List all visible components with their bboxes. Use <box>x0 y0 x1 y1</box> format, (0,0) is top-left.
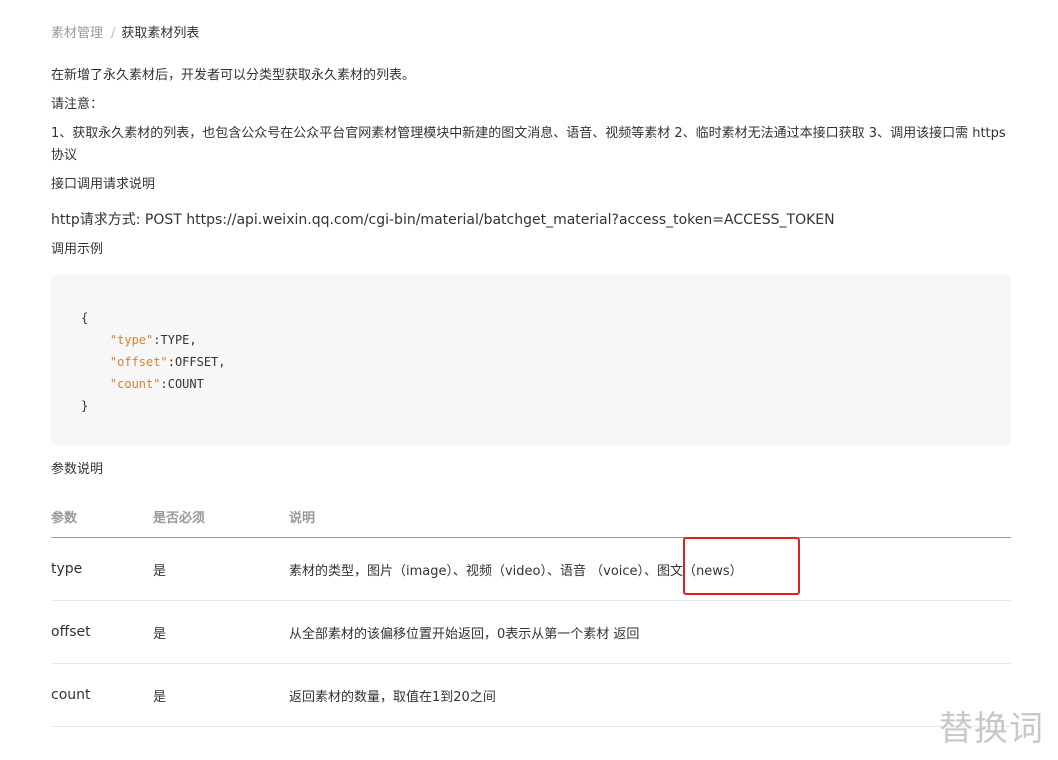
breadcrumb-parent-link[interactable]: 素材管理 <box>51 26 103 41</box>
code-example-block: { "type":TYPE, "offset":OFFSET, "count":… <box>51 275 1011 445</box>
highlight-annotation-box <box>683 537 800 595</box>
breadcrumb-current: 获取素材列表 <box>121 26 200 41</box>
code-line-count: "count":COUNT <box>81 373 1011 395</box>
param-name-cell: type <box>51 537 153 601</box>
description-cell: 返回素材的数量，取值在1到20之间 <box>289 663 1011 727</box>
required-cell: 是 <box>153 537 289 601</box>
request-section-title: 接口调用请求说明 <box>51 177 156 192</box>
table-row: type 是 素材的类型，图片（image）、视频（video）、语音 （voi… <box>51 537 1011 601</box>
header-param: 参数 <box>51 495 153 538</box>
header-description: 说明 <box>289 495 1011 538</box>
code-key: "offset" <box>109 355 168 369</box>
breadcrumb-separator: / <box>111 26 116 41</box>
watermark-text: 替换词 <box>939 709 1044 749</box>
example-section-title: 调用示例 <box>51 242 104 257</box>
code-sep: : <box>153 333 161 347</box>
code-open-brace: { <box>81 311 89 325</box>
http-request-line: http请求方式: POST https://api.weixin.qq.com… <box>51 212 835 228</box>
notes-text: 1、获取永久素材的列表，也包含公众号在公众平台官网素材管理模块中新建的图文消息、… <box>51 126 1006 163</box>
code-sep: : <box>160 377 168 391</box>
code-key: "type" <box>109 333 154 347</box>
code-line-type: "type":TYPE, <box>81 329 1011 351</box>
code-value: COUNT <box>167 377 204 391</box>
required-cell: 是 <box>153 600 289 664</box>
header-required: 是否必须 <box>153 495 289 538</box>
param-name-cell: count <box>51 663 153 727</box>
intro-text: 在新增了永久素材后，开发者可以分类型获取永久素材的列表。 <box>51 68 416 83</box>
table-header-row: 参数 是否必须 说明 <box>51 495 1011 538</box>
code-sep: : <box>167 355 175 369</box>
description-cell: 素材的类型，图片（image）、视频（video）、语音 （voice）、图文（… <box>289 537 1011 601</box>
notice-label: 请注意： <box>51 97 104 112</box>
table-row: offset 是 从全部素材的该偏移位置开始返回，0表示从第一个素材 返回 <box>51 600 1011 664</box>
code-value: OFFSET, <box>174 355 226 369</box>
param-name-cell: offset <box>51 600 153 664</box>
breadcrumb: 素材管理 / 获取素材列表 <box>51 24 199 44</box>
code-value: TYPE, <box>160 333 197 347</box>
code-close-brace: } <box>81 399 89 413</box>
description-cell: 从全部素材的该偏移位置开始返回，0表示从第一个素材 返回 <box>289 600 1011 664</box>
params-section-title: 参数说明 <box>51 462 104 477</box>
params-table: 参数 是否必须 说明 type 是 素材的类型，图片（image）、视频（vid… <box>51 495 1011 727</box>
required-cell: 是 <box>153 663 289 727</box>
code-line-offset: "offset":OFFSET, <box>81 351 1011 373</box>
code-key: "count" <box>109 377 161 391</box>
table-row: count 是 返回素材的数量，取值在1到20之间 <box>51 663 1011 727</box>
